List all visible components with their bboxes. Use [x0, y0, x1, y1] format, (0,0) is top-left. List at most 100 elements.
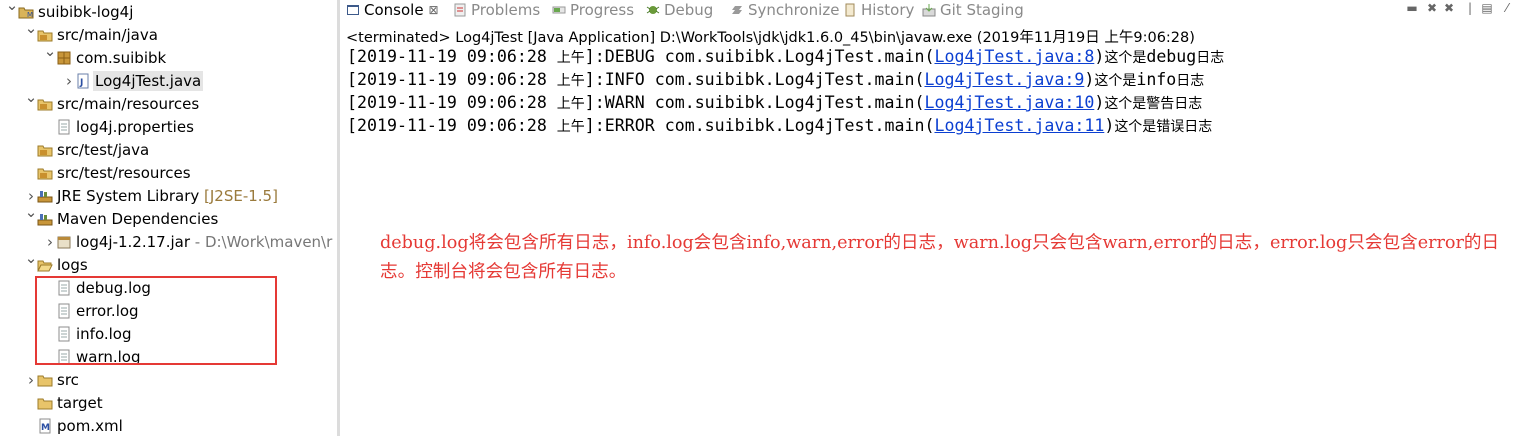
chevron-right-icon[interactable]: › — [24, 371, 38, 389]
git-staging-icon — [922, 3, 936, 17]
history-icon — [843, 3, 857, 17]
close-icon[interactable]: ⊠ — [429, 3, 439, 17]
chevron-down-icon[interactable]: ⌄ — [24, 203, 38, 221]
source-link[interactable]: Log4jTest.java:9 — [924, 70, 1084, 89]
console-line: [2019-11-19 09:06:28 上午]:WARN com.suibib… — [347, 92, 1202, 115]
progress-icon — [552, 3, 566, 17]
tree-item-text: JRE System Library — [57, 186, 200, 205]
tree-item[interactable]: › JRE System Library [J2SE-1.5] — [0, 184, 337, 207]
chevron-right-icon[interactable]: › — [24, 187, 38, 205]
tree-item-text: pom.xml — [57, 416, 123, 435]
chevron-right-icon[interactable]: › — [62, 72, 76, 90]
tree-item[interactable]: src/test/java — [0, 138, 337, 161]
tree-item-label: log4j.properties — [74, 117, 196, 137]
tab-console[interactable]: Console ⊠ — [346, 0, 439, 20]
tree-item-text: logs — [57, 255, 88, 274]
xml-file-icon: M — [37, 418, 53, 434]
library-icon — [37, 188, 53, 204]
folder-open-icon — [37, 257, 53, 273]
log-source: ]:DEBUG com.suibibk.Log4jTest.main( — [584, 47, 935, 66]
log-message: 这个是 — [1104, 50, 1147, 66]
source-folder-icon — [37, 142, 53, 158]
log-message-level: info — [1136, 70, 1177, 89]
tree-item[interactable]: src/test/resources — [0, 161, 337, 184]
remove-all-icon[interactable]: ✖ — [1442, 1, 1456, 15]
minimize-icon[interactable]: ▬ — [1405, 1, 1419, 15]
annotation-note: debug.log将会包含所有日志，info.log会包含info,warn,e… — [380, 233, 1500, 282]
tree-item-text: src/main/resources — [57, 94, 200, 113]
tree-item-label: logs — [55, 255, 90, 275]
tree-item[interactable]: ⌄ logs — [0, 249, 337, 276]
log-source: ]:WARN com.suibibk.Log4jTest.main( — [584, 93, 925, 112]
source-link[interactable]: Log4jTest.java:8 — [934, 47, 1094, 66]
tab-label: Problems — [471, 1, 541, 19]
file-icon — [56, 119, 72, 135]
console-line: [2019-11-19 09:06:28 上午]:DEBUG com.suibi… — [347, 46, 1224, 69]
view-tab-bar: Console ⊠ Problems Progress Debug Synchronize… — [340, 0, 1513, 22]
console-icon — [346, 3, 360, 17]
tree-item-label: log4j-1.2.17.jar - D:\Work\maven\r — [74, 232, 334, 252]
tab-label: Git Staging — [940, 1, 1024, 19]
package-explorer: ⌄ Msuibibk-log4j ⌄ src/main/java ⌄ com.suibib… — [0, 0, 337, 436]
tab-debug[interactable]: Debug — [646, 0, 713, 20]
log-ampm: 上午 — [556, 50, 585, 66]
tab-problems[interactable]: Problems — [453, 0, 540, 20]
tree-item-text: target — [57, 393, 103, 412]
clear-console-icon[interactable]: ▤ — [1480, 1, 1494, 15]
svg-text:M: M — [27, 11, 33, 19]
console-line: [2019-11-19 09:06:28 上午]:INFO com.suibib… — [347, 69, 1204, 92]
tree-item[interactable]: ⌄ Maven Dependencies — [0, 203, 337, 230]
tree-item-label: com.suibibk — [74, 48, 168, 68]
tab-git-staging[interactable]: Git Staging — [922, 0, 1024, 20]
log-timestamp: [2019-11-19 09:06:28 — [347, 70, 557, 89]
tab-synchronize[interactable]: Synchronize — [730, 0, 839, 20]
chevron-right-icon[interactable]: › — [43, 233, 57, 251]
tree-item[interactable]: ⌄ Msuibibk-log4j — [0, 0, 337, 23]
log-timestamp: [2019-11-19 09:06:28 — [347, 47, 557, 66]
tree-item-text: com.suibibk — [76, 48, 167, 67]
tab-label: Debug — [664, 1, 714, 19]
tree-item-text: src — [57, 370, 79, 389]
folder-icon — [37, 395, 53, 411]
log-timestamp: [2019-11-19 09:06:28 — [347, 116, 557, 135]
chevron-down-icon[interactable]: ⌄ — [24, 88, 38, 106]
log-message-level: debug — [1146, 47, 1197, 66]
tree-item[interactable]: target — [0, 391, 337, 414]
log-message: 这个是 — [1094, 73, 1137, 89]
chevron-down-icon[interactable]: ⌄ — [24, 249, 38, 267]
log-ampm: 上午 — [556, 96, 585, 112]
chevron-down-icon[interactable]: ⌄ — [24, 19, 38, 37]
chevron-down-icon[interactable]: ⌄ — [43, 42, 57, 60]
remove-launch-icon[interactable]: ✖ — [1425, 1, 1439, 15]
tree-item[interactable]: log4j.properties — [0, 115, 337, 138]
tree-item-decoration: [J2SE-1.5] — [199, 186, 278, 205]
log-message-suffix: 日志 — [1196, 50, 1225, 66]
tree-item[interactable]: › log4j-1.2.17.jar - D:\Work\maven\r — [0, 230, 337, 253]
source-link[interactable]: Log4jTest.java:11 — [934, 116, 1104, 135]
logs-highlight-box — [35, 276, 277, 365]
chevron-down-icon[interactable]: ⌄ — [5, 0, 19, 14]
tree-item-text: suibibk-log4j — [38, 2, 134, 21]
source-link[interactable]: Log4jTest.java:10 — [924, 93, 1094, 112]
tree-item-path: - D:\Work\maven\r — [190, 232, 333, 251]
tree-item[interactable]: › J Log4jTest.java — [0, 69, 337, 92]
tab-history[interactable]: History — [843, 0, 914, 20]
tree-item[interactable]: ⌄ com.suibibk — [0, 42, 337, 69]
svg-text:M: M — [41, 423, 50, 433]
jar-icon — [56, 234, 72, 250]
tree-item[interactable]: › src — [0, 368, 337, 391]
tab-label: Progress — [570, 1, 635, 19]
log-paren: ) — [1094, 93, 1105, 112]
tree-item-label: pom.xml — [55, 416, 125, 436]
separator-icon[interactable]: | — [1463, 1, 1477, 15]
log-timestamp: [2019-11-19 09:06:28 — [347, 93, 557, 112]
log-message-suffix: 日志 — [1176, 73, 1205, 89]
tree-item[interactable]: Mpom.xml — [0, 414, 337, 436]
tree-item[interactable]: ⌄ src/main/resources — [0, 88, 337, 115]
svg-text:J: J — [79, 78, 83, 88]
edit-icon[interactable]: ⁄ — [1500, 1, 1513, 15]
tree-item-text: log4j-1.2.17.jar — [76, 232, 190, 251]
tree-item-label: src/test/resources — [55, 163, 193, 183]
tree-item-label: Log4jTest.java — [93, 70, 204, 91]
tab-progress[interactable]: Progress — [552, 0, 634, 20]
